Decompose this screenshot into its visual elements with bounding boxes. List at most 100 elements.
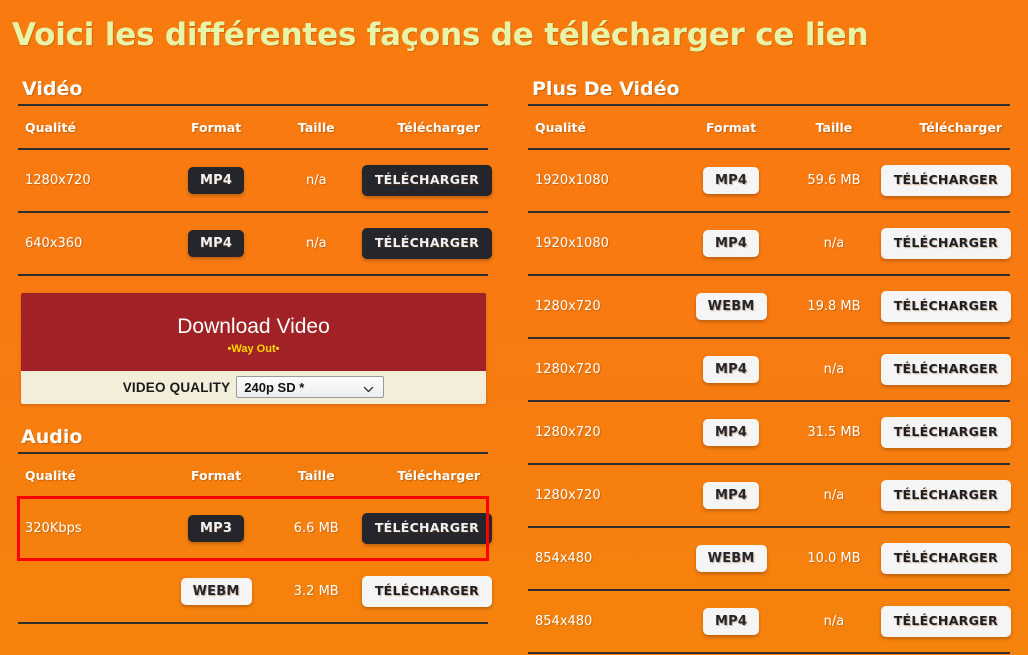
table-header-row: Qualité Format Taille Télécharger: [528, 104, 1010, 150]
cell-download: TÉLÉCHARGER: [880, 149, 1011, 213]
table-header-row: Qualité Format Taille Télécharger: [18, 452, 488, 499]
cell-size: n/a: [787, 464, 881, 528]
format-badge: MP4: [703, 608, 760, 635]
cell-download: TÉLÉCHARGER: [880, 590, 1011, 654]
cell-download: TÉLÉCHARGER: [880, 338, 1011, 402]
download-button[interactable]: TÉLÉCHARGER: [880, 165, 1011, 196]
table-row: 1280x720 MP4 31.5 MB TÉLÉCHARGER: [528, 401, 1011, 465]
cell-format: WEBM: [161, 560, 271, 625]
cell-size: 3.2 MB: [270, 560, 362, 625]
download-button[interactable]: TÉLÉCHARGER: [880, 606, 1011, 637]
download-button[interactable]: TÉLÉCHARGER: [880, 543, 1011, 574]
column-header-size: Taille: [270, 452, 362, 499]
cell-download: TÉLÉCHARGER: [880, 401, 1011, 465]
cell-size: n/a: [787, 212, 881, 276]
ad-title: Download Video: [177, 315, 330, 338]
download-button[interactable]: TÉLÉCHARGER: [880, 417, 1011, 448]
cell-download: TÉLÉCHARGER: [361, 497, 493, 562]
cell-download: TÉLÉCHARGER: [880, 464, 1011, 528]
column-header-size: Taille: [787, 104, 881, 150]
audio-table-body: 320Kbps MP3 6.6 MB TÉLÉCHARGER WEBM 3.2 MB TÉL…: [18, 497, 493, 625]
cell-size: 31.5 MB: [787, 401, 881, 465]
download-button[interactable]: TÉLÉCHARGER: [880, 354, 1011, 385]
left-column: Vidéo Qualité Format Taille Télécharger …: [18, 78, 493, 625]
cell-format: MP3: [161, 497, 271, 562]
cell-quality: 1280x720: [18, 149, 162, 213]
column-header-quality: Qualité: [18, 104, 162, 150]
table-row: 1920x1080 MP4 59.6 MB TÉLÉCHARGER: [528, 149, 1011, 213]
table-header-row: Qualité Format Taille Télécharger: [18, 104, 488, 150]
format-badge: MP4: [188, 230, 245, 257]
format-badge: MP3: [188, 515, 245, 543]
video-quality-label: VIDEO QUALITY: [122, 379, 231, 395]
format-badge: WEBM: [695, 293, 767, 320]
table-row: 1280x720 MP4 n/a TÉLÉCHARGER: [528, 464, 1011, 528]
column-header-size: Taille: [270, 104, 362, 150]
download-button[interactable]: TÉLÉCHARGER: [880, 228, 1011, 259]
cell-format: WEBM: [675, 527, 788, 591]
cell-size: 10.0 MB: [787, 527, 881, 591]
cell-quality: [18, 560, 162, 625]
cell-format: WEBM: [675, 275, 788, 339]
ad-banner-footer: VIDEO QUALITY 240p SD *: [21, 371, 486, 405]
video-quality-select[interactable]: 240p SD *: [236, 376, 385, 399]
cell-quality: 854x480: [528, 527, 676, 591]
cell-quality: 320Kbps: [18, 497, 162, 562]
cell-size: 59.6 MB: [787, 149, 881, 213]
ad-banner-body: Download Video •Way Out•: [21, 293, 486, 371]
cell-quality: 1280x720: [528, 275, 676, 339]
table-row: 1920x1080 MP4 n/a TÉLÉCHARGER: [528, 212, 1011, 276]
more-video-section-heading: Plus De Vidéo: [532, 78, 680, 100]
cell-quality: 640x360: [18, 212, 162, 276]
download-button[interactable]: TÉLÉCHARGER: [361, 513, 493, 544]
more-video-table: Qualité Format Taille Télécharger 1920x1…: [528, 104, 1011, 654]
ad-banner[interactable]: Download Video •Way Out• VIDEO QUALITY 2…: [21, 293, 486, 405]
cell-quality: 1280x720: [528, 338, 676, 402]
cell-download: TÉLÉCHARGER: [361, 560, 493, 625]
download-button[interactable]: TÉLÉCHARGER: [361, 576, 493, 607]
page-title: Voici les différentes façons de téléchar…: [12, 17, 869, 53]
download-button[interactable]: TÉLÉCHARGER: [880, 480, 1011, 511]
column-header-quality: Qualité: [528, 104, 676, 150]
format-badge: WEBM: [695, 545, 767, 572]
cell-format: MP4: [161, 149, 271, 213]
more-video-table-body: 1920x1080 MP4 59.6 MB TÉLÉCHARGER 1920x1080 M…: [528, 149, 1011, 654]
cell-size: 6.6 MB: [270, 497, 362, 562]
cell-download: TÉLÉCHARGER: [880, 212, 1011, 276]
audio-table: Qualité Format Taille Télécharger 320Kbp…: [18, 452, 493, 625]
column-header-quality: Qualité: [18, 452, 162, 499]
cell-download: TÉLÉCHARGER: [361, 212, 493, 276]
video-table: Qualité Format Taille Télécharger 1280x7…: [18, 104, 493, 276]
format-badge: MP4: [188, 167, 245, 194]
table-row: 1280x720 MP4 n/a TÉLÉCHARGER: [528, 338, 1011, 402]
cell-download: TÉLÉCHARGER: [361, 149, 493, 213]
right-column: Plus De Vidéo Qualité Format Taille Télé…: [528, 78, 1011, 654]
format-badge: MP4: [703, 419, 760, 446]
cell-quality: 1280x720: [528, 464, 676, 528]
cell-format: MP4: [675, 590, 788, 654]
cell-format: MP4: [675, 464, 788, 528]
download-button[interactable]: TÉLÉCHARGER: [361, 228, 493, 259]
column-header-download: Télécharger: [880, 104, 1010, 150]
audio-section-heading: Audio: [21, 426, 83, 449]
table-row: 640x360 MP4 n/a TÉLÉCHARGER: [18, 212, 493, 276]
cell-quality: 1920x1080: [528, 149, 676, 213]
format-badge: WEBM: [180, 578, 252, 606]
table-row: 854x480 WEBM 10.0 MB TÉLÉCHARGER: [528, 527, 1011, 591]
table-row: WEBM 3.2 MB TÉLÉCHARGER: [18, 560, 493, 625]
format-badge: MP4: [703, 482, 760, 509]
table-row: 1280x720 MP4 n/a TÉLÉCHARGER: [18, 149, 493, 213]
cell-format: MP4: [161, 212, 271, 276]
table-row: 1280x720 WEBM 19.8 MB TÉLÉCHARGER: [528, 275, 1011, 339]
column-header-download: Télécharger: [361, 104, 488, 150]
cell-quality: 1920x1080: [528, 212, 676, 276]
table-row: 320Kbps MP3 6.6 MB TÉLÉCHARGER: [18, 497, 493, 562]
format-badge: MP4: [703, 167, 760, 194]
download-button[interactable]: TÉLÉCHARGER: [361, 165, 493, 196]
cell-download: TÉLÉCHARGER: [880, 275, 1011, 339]
chevron-down-icon: [363, 380, 374, 393]
column-header-format: Format: [161, 452, 271, 499]
video-section-heading: Vidéo: [22, 78, 83, 100]
download-button[interactable]: TÉLÉCHARGER: [880, 291, 1011, 322]
column-header-format: Format: [161, 104, 271, 150]
